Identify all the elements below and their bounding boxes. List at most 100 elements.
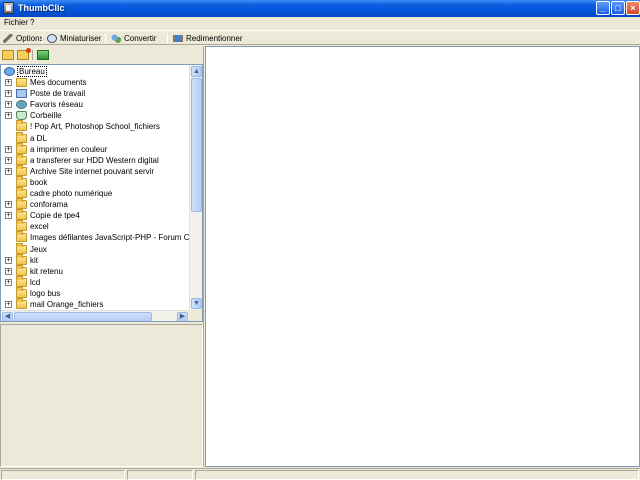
magnifier-icon	[47, 34, 57, 43]
tree-root-label: Bureau	[17, 66, 47, 77]
folder-tree-list: Bureau + Mes documents + Poste de travail + F…	[1, 65, 189, 310]
pane-splitter[interactable]	[203, 46, 204, 467]
tree-item-label: mail Orange_fichiers	[30, 300, 104, 309]
preview-pane	[0, 324, 203, 467]
tree-item[interactable]: + lcd	[1, 275, 189, 288]
vertical-scroll-thumb[interactable]	[191, 78, 202, 212]
scroll-up-arrow-icon[interactable]: ▲	[191, 66, 202, 77]
folder-icon	[16, 298, 27, 309]
new-folder-icon[interactable]	[2, 50, 14, 60]
title-bar[interactable]: ThumbClic _ □ ×	[0, 0, 640, 17]
tree-item[interactable]: ! Pop Art, Photoshop School_fichiers	[1, 120, 189, 132]
expand-icon[interactable]: +	[5, 201, 12, 209]
expand-icon[interactable]: +	[5, 156, 12, 164]
toolbar-separator	[32, 50, 33, 60]
tree-item[interactable]: + mail Orange_fichiers	[1, 298, 189, 310]
tree-item[interactable]: + Mes documents	[1, 77, 189, 88]
tree-item-label: Poste de travail	[30, 89, 86, 99]
tree-item[interactable]: + kit retenu	[1, 264, 189, 277]
tree-item-label: Mes documents	[30, 78, 87, 87]
recycle-bin-icon	[16, 111, 27, 121]
horizontal-scroll-thumb[interactable]	[14, 312, 152, 321]
folder-toolbar	[0, 46, 203, 63]
expand-icon[interactable]: +	[5, 79, 12, 86]
folder-tree[interactable]: Bureau + Mes documents + Poste de travail + F…	[0, 64, 203, 322]
folder-icon	[16, 253, 27, 265]
maximize-button[interactable]: □	[611, 1, 625, 15]
documents-icon	[16, 78, 27, 87]
redimensionner-button[interactable]: Redimentionner	[173, 33, 242, 44]
folder-icon	[16, 120, 27, 132]
delete-folder-icon[interactable]	[17, 48, 31, 60]
main-toolbar: Options Miniaturiser Convertir Redimenti…	[0, 30, 640, 45]
tree-item[interactable]: + Corbeille	[1, 110, 189, 121]
tree-item-label: cadre photo numérique	[30, 189, 113, 198]
expand-icon[interactable]: +	[5, 101, 12, 109]
tree-item[interactable]: + Archive Site internet pouvant servir	[1, 164, 189, 177]
tree-item[interactable]: Jeux	[1, 242, 189, 255]
miniaturiser-button[interactable]: Miniaturiser	[47, 33, 101, 44]
status-pane-3	[195, 470, 639, 480]
scroll-left-arrow-icon[interactable]: ◀	[2, 312, 13, 321]
expand-icon[interactable]: +	[5, 301, 12, 308]
tree-item[interactable]: logo bus	[1, 286, 189, 299]
refresh-icon[interactable]	[37, 50, 49, 60]
menu-fichier[interactable]: Fichier	[4, 18, 28, 27]
tree-horizontal-scrollbar[interactable]: ◀ ▶	[1, 310, 189, 321]
miniaturiser-label: Miniaturiser	[60, 34, 102, 43]
status-pane-2	[127, 470, 193, 480]
scroll-right-arrow-icon[interactable]: ▶	[177, 312, 188, 321]
expand-icon[interactable]: +	[5, 145, 12, 153]
window-title: ThumbClic	[18, 3, 65, 13]
tree-item[interactable]: excel	[1, 220, 189, 232]
expand-icon[interactable]: +	[5, 212, 12, 220]
menu-help[interactable]: ?	[30, 18, 34, 27]
tree-item-label: lcd	[30, 277, 41, 287]
expand-icon[interactable]: +	[5, 256, 12, 264]
expand-icon[interactable]: +	[5, 267, 12, 275]
tree-item[interactable]: + Favoris réseau	[1, 99, 189, 110]
tree-item[interactable]: Images défilantes JavaScript-PHP - Forum…	[1, 231, 189, 243]
options-button[interactable]: Options	[3, 33, 44, 44]
tree-item-label: Archive Site internet pouvant servir	[30, 166, 155, 176]
tree-item-label: a transferer sur HDD Western digital	[30, 155, 159, 165]
tree-item[interactable]: + conforama	[1, 198, 189, 210]
tree-item[interactable]: book	[1, 175, 189, 188]
tree-item[interactable]: a DL	[1, 131, 189, 144]
app-icon	[3, 2, 14, 14]
tree-item-label: Corbeille	[30, 111, 62, 121]
tree-item-label: Copie de tpe4	[30, 211, 80, 221]
status-pane-1	[1, 470, 125, 480]
folder-icon	[16, 198, 27, 210]
convertir-button[interactable]: Convertir	[111, 33, 156, 44]
tree-vertical-scrollbar[interactable]: ▲ ▼	[189, 65, 202, 310]
tree-item-label: book	[30, 177, 48, 187]
minimize-button[interactable]: _	[596, 1, 610, 15]
network-icon	[16, 100, 27, 110]
folder-icon	[16, 175, 27, 187]
tree-item-label: excel	[30, 222, 49, 232]
tree-item[interactable]: + kit	[1, 253, 189, 266]
tree-item-label: a DL	[30, 133, 47, 143]
tree-item-label: Images défilantes JavaScript-PHP - Forum…	[30, 233, 189, 243]
folder-icon	[16, 264, 27, 276]
folder-icon	[16, 231, 27, 243]
tree-item[interactable]: + a transferer sur HDD Western digital	[1, 153, 189, 166]
tree-item[interactable]: + Copie de tpe4	[1, 209, 189, 221]
scroll-down-arrow-icon[interactable]: ▼	[191, 298, 202, 309]
folder-icon	[16, 286, 27, 298]
expand-icon[interactable]: +	[5, 112, 12, 120]
close-button[interactable]: ×	[626, 1, 640, 15]
tree-item-label: ! Pop Art, Photoshop School_fichiers	[30, 122, 160, 132]
options-label: Options	[16, 34, 44, 43]
tree-item[interactable]: + a imprimer en couleur	[1, 142, 189, 155]
tree-item[interactable]: + Poste de travail	[1, 88, 189, 99]
expand-icon[interactable]: +	[5, 90, 12, 98]
expand-icon[interactable]: +	[5, 278, 12, 286]
convertir-label: Convertir	[124, 34, 157, 43]
thumbnail-area[interactable]	[205, 46, 640, 467]
tree-item[interactable]: cadre photo numérique	[1, 187, 189, 199]
toolbar-separator	[42, 34, 43, 44]
expand-icon[interactable]: +	[5, 167, 12, 175]
tree-root-bureau[interactable]: Bureau	[1, 66, 189, 77]
